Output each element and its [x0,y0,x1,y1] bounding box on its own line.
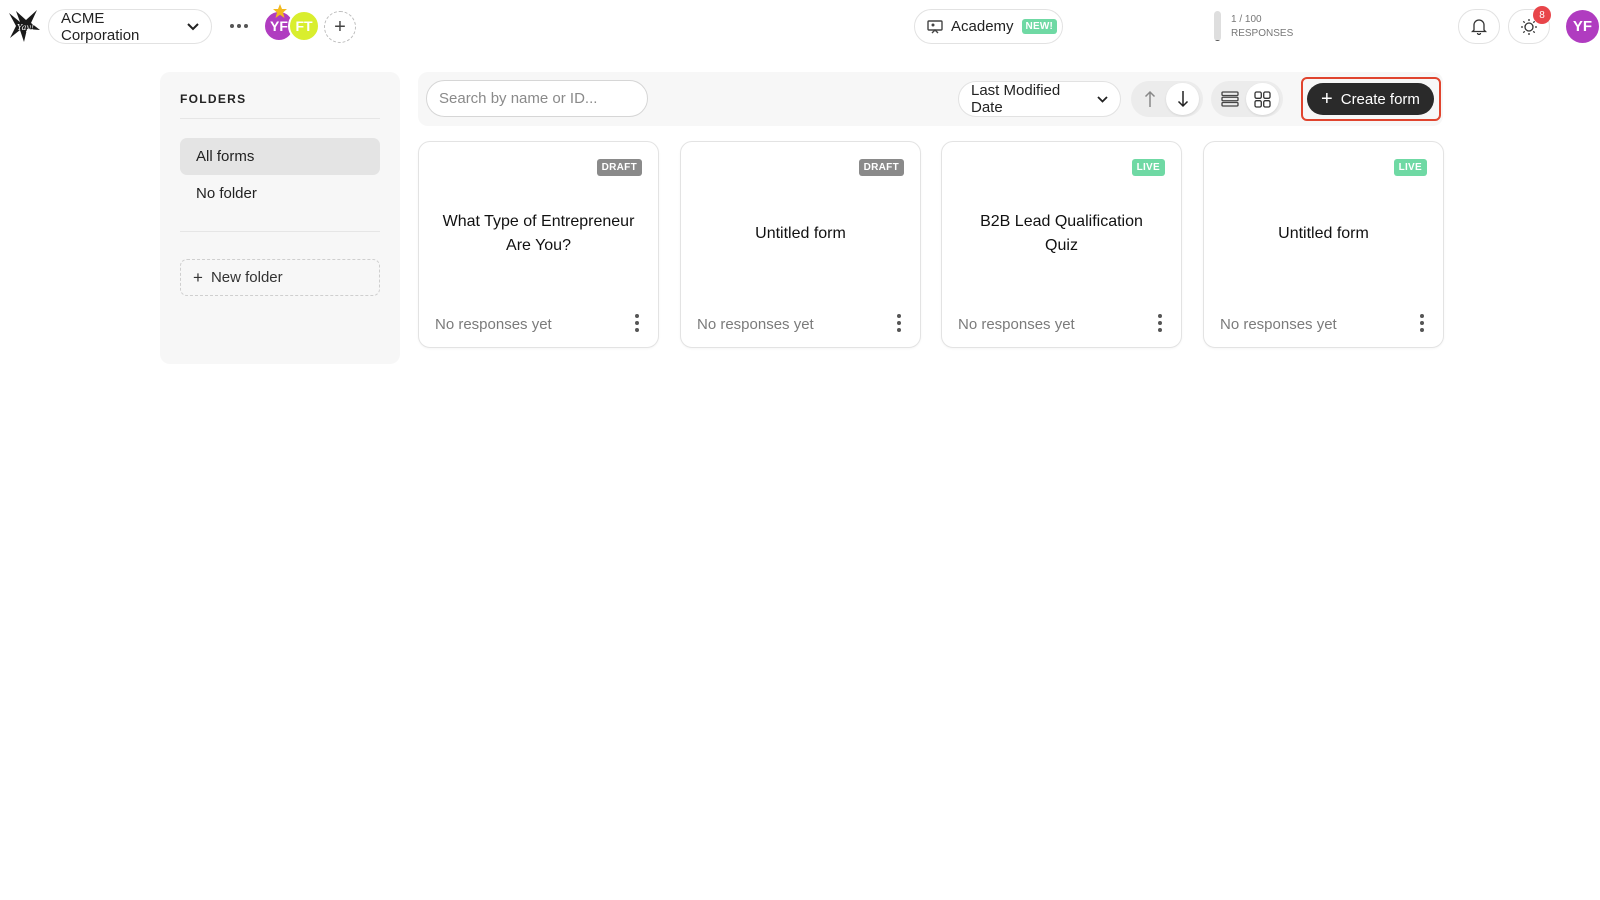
kebab-menu-icon[interactable] [1151,313,1169,333]
folder-item-all-forms[interactable]: All forms [180,138,380,175]
kebab-menu-icon[interactable] [890,313,908,333]
folders-sidebar: FOLDERS All forms No folder + New folder [160,72,400,364]
sort-field-dropdown[interactable]: Last Modified Date [958,81,1121,117]
search-input[interactable] [426,80,648,117]
form-title: What Type of Entrepreneur Are You? [442,213,635,254]
arrow-up-icon [1144,90,1155,107]
kebab-menu-icon[interactable] [628,313,646,333]
list-view-icon [1220,91,1239,107]
responses-count: 1 / 100 [1231,14,1262,25]
arrow-down-icon [1177,91,1188,108]
folders-heading: FOLDERS [180,92,380,119]
form-card[interactable]: DRAFT What Type of Entrepreneur Are You?… [418,141,659,348]
form-responses: No responses yet [958,316,1075,333]
workspace-selector[interactable]: ACME Corporation [48,9,212,44]
new-badge: NEW! [1021,19,1057,34]
responses-meter [1214,11,1221,41]
form-responses: No responses yet [435,316,552,333]
add-member-button[interactable]: + [324,11,356,43]
responses-usage[interactable]: 1 / 100 RESPONSES [1231,13,1293,41]
sort-ascending-button[interactable] [1133,83,1166,115]
folder-item-no-folder[interactable]: No folder [180,175,380,212]
top-bar: Yay! ACME Corporation YF FT + Academy NE… [0,0,1600,52]
sort-field-label: Last Modified Date [971,82,1061,116]
more-options-icon[interactable] [226,14,252,38]
divider [180,231,380,232]
form-card[interactable]: LIVE B2B Lead Qualification Quiz No resp… [941,141,1182,348]
user-avatar[interactable]: YF [1566,10,1599,43]
new-folder-label: New folder [210,269,283,286]
form-title: B2B Lead Qualification Quiz [980,213,1143,254]
new-folder-button[interactable]: + New folder [180,259,380,296]
kebab-menu-icon[interactable] [1413,313,1431,333]
workspace-name: ACME Corporation [61,9,140,44]
form-card[interactable]: DRAFT Untitled form No responses yet [680,141,921,348]
academy-button[interactable]: Academy NEW! [914,9,1063,44]
view-mode-toggle [1211,81,1283,117]
grid-view-button[interactable] [1246,83,1279,115]
star-icon [272,3,288,19]
status-badge: DRAFT [596,159,642,176]
member-avatar[interactable]: FT [288,10,320,42]
create-form-highlight: + Create form [1301,77,1441,121]
forms-toolbar: Last Modified Date + Create form [418,72,1443,126]
academy-icon [927,19,943,34]
form-title: Untitled form [1278,225,1369,242]
chevron-down-icon [187,22,199,31]
status-badge: LIVE [1393,159,1427,176]
sort-descending-button[interactable] [1166,83,1199,115]
notifications-button[interactable] [1458,9,1500,44]
form-responses: No responses yet [1220,316,1337,333]
plus-icon: + [193,267,203,287]
status-badge: LIVE [1131,159,1165,176]
plus-icon: + [1321,88,1333,110]
grid-view-icon [1254,90,1271,108]
list-view-button[interactable] [1213,83,1246,115]
create-form-button[interactable]: + Create form [1307,83,1434,115]
brand-logo-icon[interactable]: Yay! [6,8,42,44]
svg-text:Yay!: Yay! [17,23,34,32]
form-card[interactable]: LIVE Untitled form No responses yet [1203,141,1444,348]
bell-icon [1471,19,1487,35]
form-responses: No responses yet [697,316,814,333]
form-title: Untitled form [755,225,846,242]
academy-label: Academy [951,18,1014,35]
chevron-down-icon [1097,95,1108,103]
status-badge: DRAFT [858,159,904,176]
create-form-label: Create form [1340,90,1420,108]
notification-count-badge: 8 [1533,6,1551,24]
responses-label: RESPONSES [1231,28,1294,39]
sort-direction-toggle [1131,81,1203,117]
